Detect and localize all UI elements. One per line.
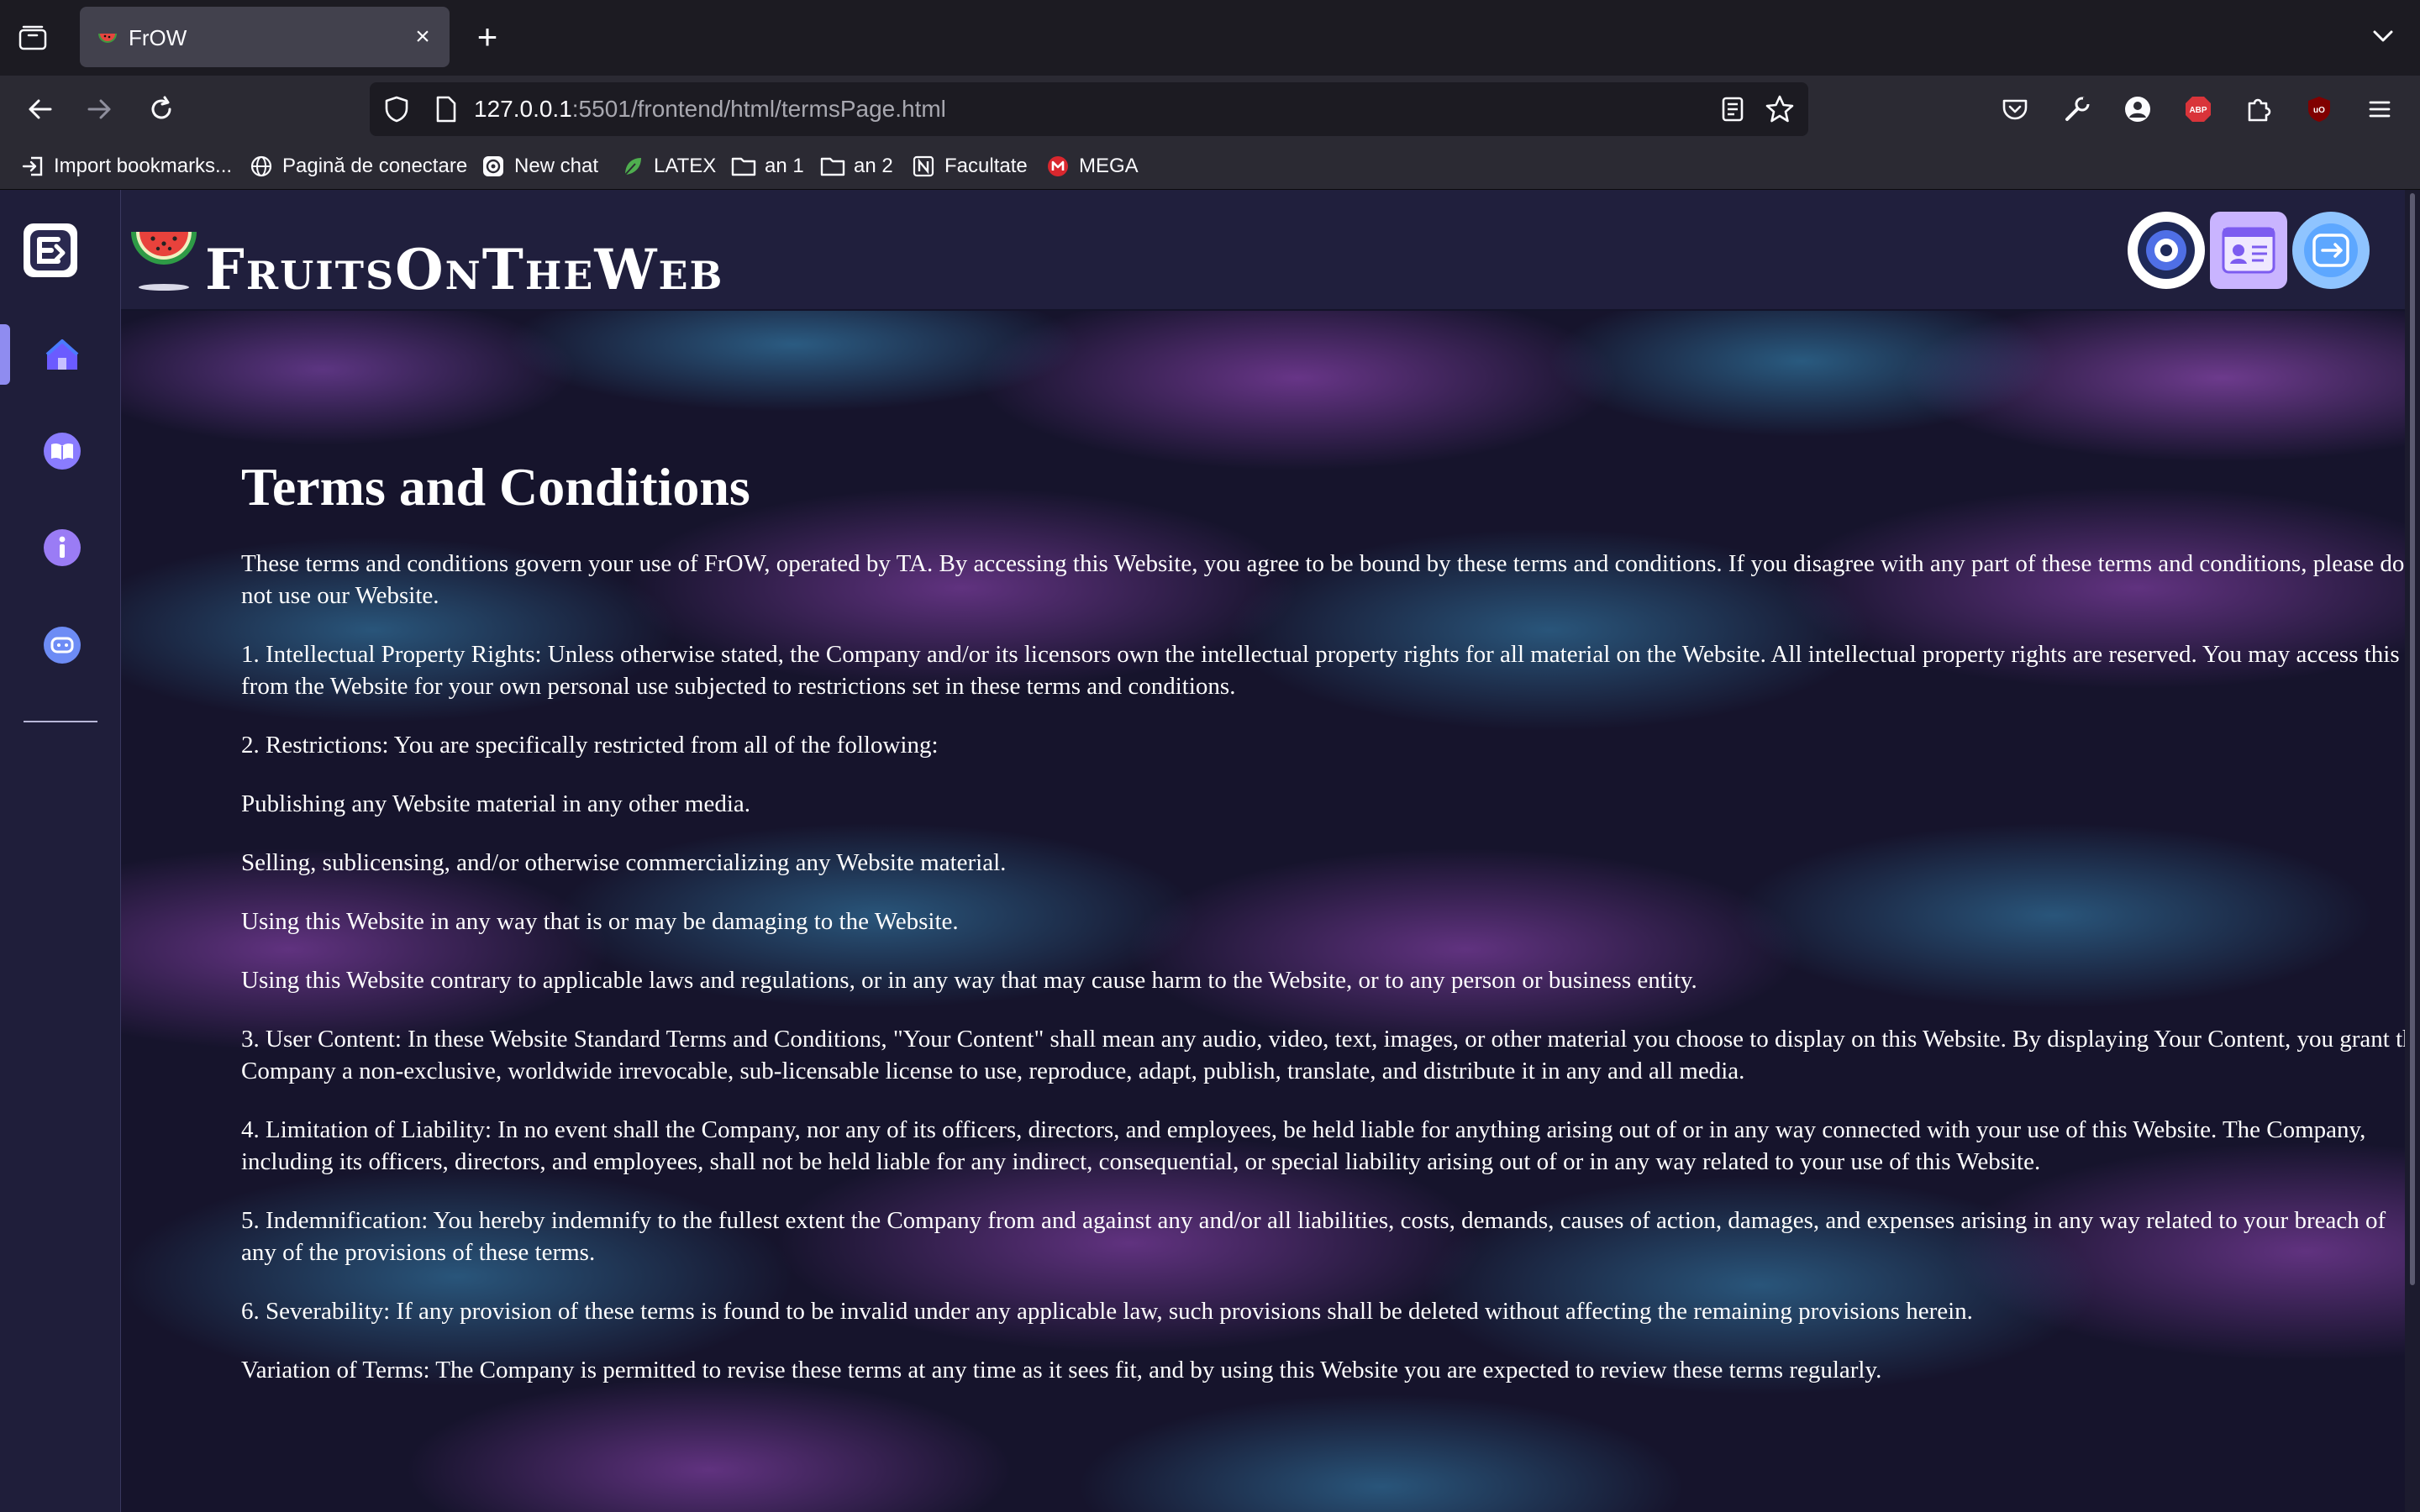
- sidebar-item-home[interactable]: [40, 333, 84, 376]
- arrow-left-icon: [29, 99, 52, 119]
- sidebar-item-games[interactable]: [40, 623, 84, 667]
- terms-paragraph: Using this Website contrary to applicabl…: [241, 967, 1697, 994]
- browser-tab-frow[interactable]: FrOW ×: [80, 7, 450, 67]
- ublock-label: uO: [2313, 106, 2325, 115]
- shield-icon[interactable]: [381, 94, 412, 124]
- pocket-icon[interactable]: [1996, 91, 2033, 128]
- terms-paragraph: Variation of Terms: The Company is permi…: [241, 1357, 1882, 1383]
- reload-icon: [151, 96, 171, 119]
- terms-paragraph: 4. Limitation of Liability: In no event …: [241, 1116, 2366, 1175]
- app-header: FruitsOnTheWeb: [121, 190, 2420, 311]
- terms-paragraph: 6. Severability: If any provision of the…: [241, 1298, 1973, 1325]
- bookmark-label: Facultate: [944, 155, 1028, 177]
- watermelon-logo-icon[interactable]: [126, 207, 202, 294]
- bookmark-facultate[interactable]: Facultate: [911, 150, 1028, 183]
- bookmarks-toolbar: Import bookmarks... Pagină de conectare …: [0, 143, 2420, 190]
- app-logo-icon[interactable]: [24, 223, 77, 277]
- terms-paragraph: 2. Restrictions: You are specifically re…: [241, 732, 939, 759]
- extensions-puzzle-icon[interactable]: [2240, 91, 2277, 128]
- bookmark-login-page[interactable]: Pagină de conectare: [249, 150, 467, 183]
- back-button[interactable]: [20, 89, 60, 129]
- bookmark-label: Import bookmarks...: [54, 155, 233, 177]
- bookmark-new-chat[interactable]: New chat: [481, 150, 598, 183]
- watermelon-favicon-icon: [98, 34, 117, 43]
- terms-paragraph: 3. User Content: In these Website Standa…: [241, 1026, 2405, 1084]
- bookmark-star-icon[interactable]: [1763, 92, 1797, 126]
- bookmark-folder-an2[interactable]: an 2: [820, 150, 893, 183]
- terms-paragraph: Selling, sublicensing, and/or otherwise …: [241, 849, 1007, 876]
- gamepad-icon: [44, 627, 81, 664]
- list-all-tabs-chevron-icon[interactable]: [2366, 22, 2400, 52]
- brand-name[interactable]: FruitsOnTheWeb: [205, 237, 723, 302]
- profile-card-icon: [2222, 227, 2275, 274]
- bookmark-latex[interactable]: LATEX: [620, 150, 716, 183]
- adblock-plus-icon[interactable]: ABP: [2180, 91, 2217, 128]
- bookmark-label: Pagină de conectare: [282, 155, 468, 177]
- bookmark-label: an 2: [854, 155, 893, 177]
- logout-icon: [2304, 223, 2358, 277]
- terms-paragraph: Publishing any Website material in any o…: [241, 790, 750, 817]
- bookmark-mega[interactable]: MEGA: [1045, 150, 1139, 183]
- web-page: FruitsOnTheWeb Terms and Conditions Thes…: [0, 190, 2420, 1512]
- bookmark-label: New chat: [514, 155, 599, 177]
- bookmark-import[interactable]: Import bookmarks...: [20, 150, 232, 183]
- page-scrollbar[interactable]: [2405, 190, 2420, 1512]
- profile-button[interactable]: [2210, 212, 2287, 289]
- wrench-icon[interactable]: [2059, 91, 2096, 128]
- home-icon: [45, 339, 79, 370]
- folder-icon: [731, 154, 756, 179]
- hamburger-menu-icon[interactable]: [2361, 91, 2398, 128]
- terms-content-area: Terms and Conditions These terms and con…: [121, 311, 2405, 1512]
- sidebar-item-info[interactable]: [40, 526, 84, 570]
- url-text[interactable]: 127.0.0.1:5501/frontend/html/termsPage.h…: [474, 96, 946, 123]
- terms-article: Terms and Conditions These terms and con…: [241, 454, 2405, 1413]
- arrow-right-icon: [87, 99, 111, 119]
- info-icon: [44, 529, 81, 566]
- notion-icon: [911, 154, 936, 179]
- terms-paragraph: These terms and conditions govern your u…: [241, 550, 2405, 609]
- folder-icon: [820, 154, 845, 179]
- ublock-origin-icon[interactable]: uO: [2301, 91, 2338, 128]
- scrollbar-thumb[interactable]: [2410, 193, 2415, 1285]
- reload-button[interactable]: [141, 89, 182, 129]
- import-icon: [20, 154, 45, 179]
- bookmark-folder-an1[interactable]: an 1: [731, 150, 804, 183]
- account-icon[interactable]: [2119, 91, 2156, 128]
- new-tab-button[interactable]: +: [471, 19, 504, 55]
- url-path: :5501/frontend/html/termsPage.html: [571, 96, 946, 122]
- openai-icon: [481, 154, 506, 179]
- tab-overview-icon[interactable]: [17, 23, 49, 53]
- reader-view-icon[interactable]: [1718, 94, 1748, 124]
- abp-label: ABP: [2189, 106, 2207, 115]
- forward-button[interactable]: [79, 89, 119, 129]
- sidebar-divider: [24, 721, 97, 722]
- globe-icon: [249, 154, 274, 179]
- leaf-icon: [620, 154, 645, 179]
- bookmark-label: MEGA: [1079, 155, 1139, 177]
- page-info-icon[interactable]: [430, 94, 460, 124]
- settings-button[interactable]: [2128, 212, 2205, 289]
- bookmark-label: LATEX: [654, 155, 717, 177]
- page-title: Terms and Conditions: [241, 457, 750, 517]
- terms-paragraph: Using this Website in any way that is or…: [241, 908, 959, 935]
- tab-close-icon[interactable]: ×: [409, 24, 436, 50]
- app-sidebar: [0, 190, 121, 1512]
- settings-icon: [2138, 222, 2195, 279]
- sidebar-active-indicator: [0, 324, 10, 385]
- browser-nav-bar: 127.0.0.1:5501/frontend/html/termsPage.h…: [0, 76, 2420, 143]
- book-icon: [44, 433, 81, 470]
- bookmark-label: an 1: [765, 155, 804, 177]
- sidebar-item-lessons[interactable]: [40, 429, 84, 473]
- tab-title: FrOW: [129, 25, 187, 50]
- terms-paragraph: 1. Intellectual Property Rights: Unless …: [241, 641, 2400, 700]
- terms-paragraph: 5. Indemnification: You hereby indemnify…: [241, 1207, 2386, 1266]
- logout-button[interactable]: [2292, 212, 2370, 289]
- browser-tab-bar: FrOW × +: [0, 0, 2420, 76]
- address-bar[interactable]: 127.0.0.1:5501/frontend/html/termsPage.h…: [370, 82, 1808, 136]
- mega-icon: [1045, 154, 1071, 179]
- url-host: 127.0.0.1: [474, 96, 572, 122]
